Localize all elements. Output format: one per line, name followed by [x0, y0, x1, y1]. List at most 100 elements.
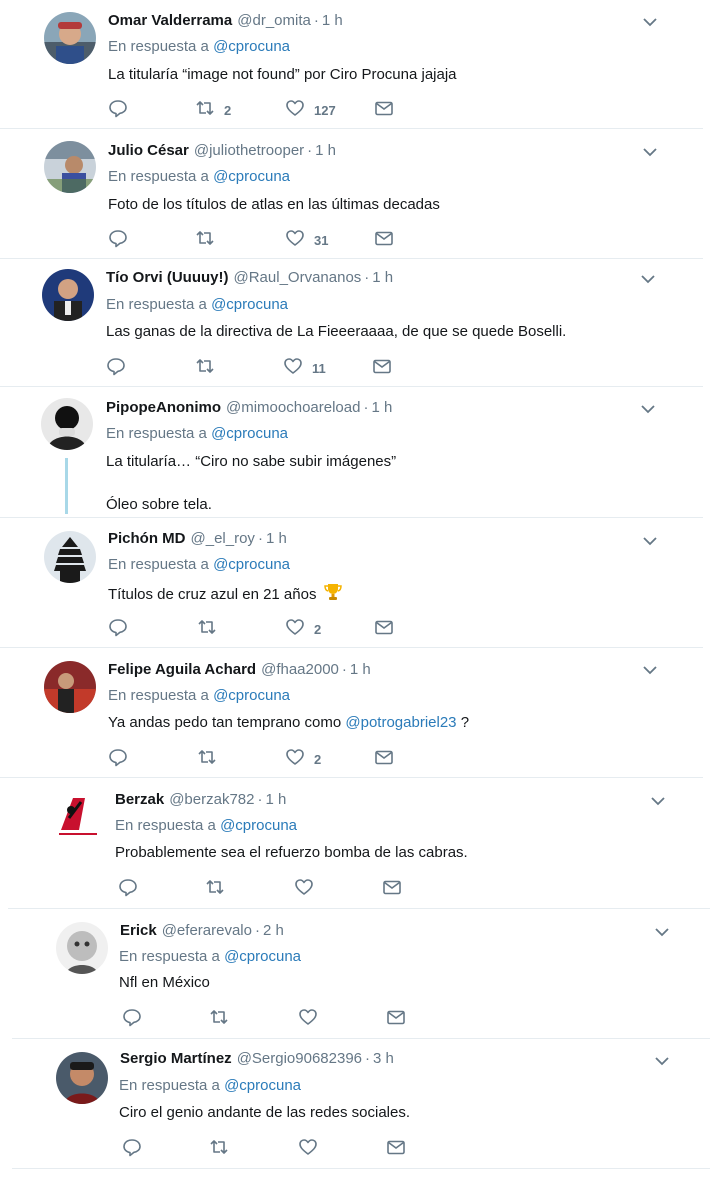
reply-button[interactable] — [118, 878, 138, 900]
reply-mention-link[interactable]: @cprocuna — [224, 1077, 301, 1094]
user-handle[interactable]: @berzak782 — [169, 791, 254, 808]
reply-button[interactable] — [108, 229, 128, 251]
message-button[interactable] — [374, 99, 394, 121]
reply-button[interactable] — [108, 618, 128, 640]
message-button[interactable] — [386, 1138, 406, 1160]
chevron-down-icon[interactable] — [640, 12, 660, 32]
like-button[interactable] — [298, 1008, 318, 1030]
reply-mention-link[interactable]: @cprocuna — [220, 817, 297, 834]
like-button[interactable] — [298, 1138, 318, 1160]
timestamp[interactable]: 2 h — [263, 922, 284, 939]
reply-mention-link[interactable]: @cprocuna — [213, 556, 290, 573]
chevron-down-icon[interactable] — [638, 399, 658, 419]
reply-mention-link[interactable]: @cprocuna — [213, 168, 290, 185]
tweet[interactable]: Erick @eferarevalo · 2 h En respuesta a @cp… — [12, 909, 710, 1039]
retweet-button[interactable] — [205, 878, 225, 900]
avatar[interactable] — [42, 269, 94, 321]
tweet-actions: 11 — [106, 357, 406, 379]
timestamp[interactable]: 1 h — [315, 142, 336, 159]
message-button[interactable] — [374, 748, 394, 770]
avatar[interactable] — [44, 661, 96, 713]
reply-mention-link[interactable]: @cprocuna — [211, 425, 288, 442]
timestamp[interactable]: 3 h — [373, 1050, 394, 1067]
display-name[interactable]: Felipe Aguila Achard — [108, 661, 256, 678]
user-handle[interactable]: @dr_omita — [237, 12, 311, 29]
tweet[interactable]: Felipe Aguila Achard @fhaa2000 · 1 h En res… — [0, 648, 703, 778]
avatar[interactable] — [56, 1052, 108, 1104]
timestamp[interactable]: 1 h — [372, 269, 393, 286]
timestamp[interactable]: 1 h — [322, 12, 343, 29]
display-name[interactable]: PipopeAnonimo — [106, 399, 221, 416]
avatar[interactable] — [41, 398, 93, 450]
retweet-button[interactable] — [209, 1138, 229, 1160]
tweet[interactable]: Omar Valderrama @dr_omita · 1 h En respuest… — [0, 0, 703, 129]
reply-mention-link[interactable]: @cprocuna — [211, 296, 288, 313]
like-button[interactable]: 2 — [285, 618, 321, 640]
envelope-icon — [386, 1137, 406, 1162]
avatar[interactable] — [56, 922, 108, 974]
mention-link[interactable]: @potrogabriel23 — [345, 714, 456, 731]
avatar[interactable] — [51, 790, 103, 842]
timestamp[interactable]: 1 h — [266, 530, 287, 547]
like-button[interactable]: 127 — [285, 99, 336, 121]
user-handle[interactable]: @mimoochoareload — [226, 399, 360, 416]
tweet[interactable]: Sergio Martínez @Sergio90682396 · 3 h En re… — [12, 1039, 710, 1169]
user-handle[interactable]: @Sergio90682396 — [237, 1050, 362, 1067]
reply-button[interactable] — [122, 1008, 142, 1030]
timestamp[interactable]: 1 h — [265, 791, 286, 808]
tweet[interactable]: Julio César @juliothetrooper · 1 h En respu… — [0, 129, 703, 259]
display-name[interactable]: Berzak — [115, 791, 164, 808]
message-button[interactable] — [372, 357, 392, 379]
message-button[interactable] — [382, 878, 402, 900]
like-button[interactable]: 31 — [285, 229, 328, 251]
chevron-down-icon[interactable] — [652, 922, 672, 942]
tweet-actions — [122, 1138, 422, 1160]
timestamp[interactable]: 1 h — [371, 399, 392, 416]
tweet[interactable]: Pichón MD @_el_roy · 1 h En respuesta a @cp… — [0, 518, 703, 648]
reply-mention-link[interactable]: @cprocuna — [213, 687, 290, 704]
chevron-down-icon[interactable] — [648, 791, 668, 811]
timestamp[interactable]: 1 h — [350, 661, 371, 678]
user-handle[interactable]: @juliothetrooper — [194, 142, 304, 159]
display-name[interactable]: Sergio Martínez — [120, 1050, 232, 1067]
reply-button[interactable] — [106, 357, 126, 379]
display-name[interactable]: Omar Valderrama — [108, 12, 232, 29]
display-name[interactable]: Erick — [120, 922, 157, 939]
like-button[interactable]: 2 — [285, 748, 321, 770]
reply-button[interactable] — [108, 99, 128, 121]
reply-button[interactable] — [108, 748, 128, 770]
avatar[interactable] — [44, 12, 96, 64]
chevron-down-icon[interactable] — [640, 142, 660, 162]
user-handle[interactable]: @fhaa2000 — [261, 661, 339, 678]
retweet-button[interactable]: 2 — [195, 99, 231, 121]
message-button[interactable] — [374, 229, 394, 251]
message-button[interactable] — [386, 1008, 406, 1030]
user-handle[interactable]: @Raul_Orvananos — [234, 269, 362, 286]
tweet[interactable]: Berzak @berzak782 · 1 h En respuesta a @cpr… — [8, 778, 710, 909]
user-handle[interactable]: @eferarevalo — [162, 922, 252, 939]
message-button[interactable] — [374, 618, 394, 640]
avatar[interactable] — [44, 531, 96, 583]
chevron-down-icon[interactable] — [652, 1051, 672, 1071]
display-name[interactable]: Pichón MD — [108, 530, 186, 547]
reply-mention-link[interactable]: @cprocuna — [224, 948, 301, 965]
reply-mention-link[interactable]: @cprocuna — [213, 38, 290, 55]
retweet-button[interactable] — [195, 229, 215, 251]
display-name[interactable]: Julio César — [108, 142, 189, 159]
chevron-down-icon[interactable] — [638, 269, 658, 289]
tweet[interactable]: Tío Orvi (Uuuuy!) @Raul_Orvananos · 1 h En … — [0, 259, 703, 387]
like-button[interactable] — [294, 878, 314, 900]
display-name[interactable]: Tío Orvi (Uuuuy!) — [106, 269, 229, 286]
retweet-button[interactable] — [195, 357, 215, 379]
retweet-button[interactable] — [197, 618, 217, 640]
retweet-button[interactable] — [197, 748, 217, 770]
chevron-down-icon[interactable] — [640, 531, 660, 551]
like-button[interactable]: 11 — [283, 357, 326, 379]
envelope-icon — [374, 98, 394, 123]
tweet[interactable]: PipopeAnonimo @mimoochoareload · 1 h En res… — [0, 387, 703, 518]
chevron-down-icon[interactable] — [640, 660, 660, 680]
retweet-button[interactable] — [209, 1008, 229, 1030]
reply-button[interactable] — [122, 1138, 142, 1160]
user-handle[interactable]: @_el_roy — [191, 530, 255, 547]
avatar[interactable] — [44, 141, 96, 193]
